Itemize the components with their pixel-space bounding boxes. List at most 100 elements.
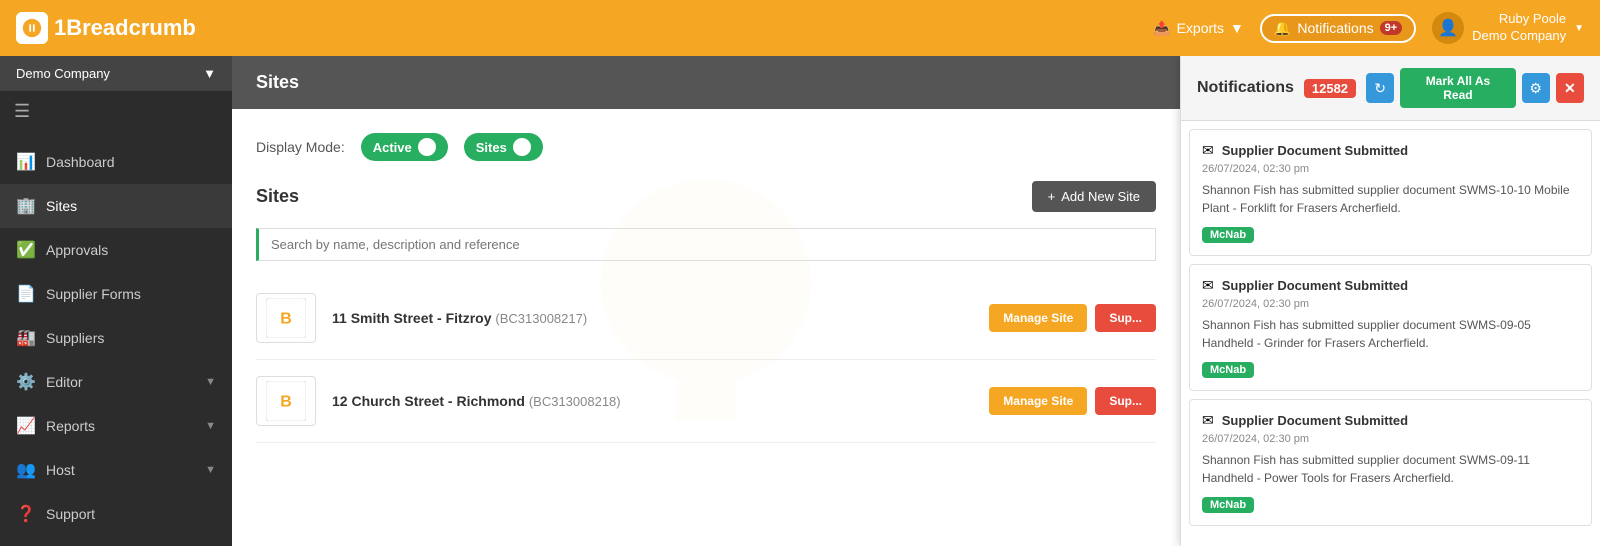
host-icon: 👥 (16, 460, 36, 480)
sites-section-header: Sites + Add New Site (256, 181, 1156, 212)
company-selector[interactable]: Demo Company ▼ (0, 56, 232, 91)
sites-toggle-label: Sites (476, 140, 507, 155)
notification-title: Supplier Document Submitted (1222, 413, 1579, 428)
close-button[interactable]: ✕ (1556, 73, 1584, 103)
suppliers-icon: 🏭 (16, 328, 36, 348)
main-layout: Demo Company ▼ ☰ 📊 Dashboard 🏢 Sites ✅ A… (0, 56, 1600, 546)
user-fullname: Ruby Poole (1472, 11, 1566, 28)
logo: 1Breadcrumb (16, 12, 196, 44)
active-toggle-label: Active (373, 140, 412, 155)
notification-list: ✉ Supplier Document Submitted 26/07/2024… (1181, 121, 1600, 546)
logo-1bread: 1Bread (54, 15, 129, 40)
sidebar-header: ☰ (0, 91, 232, 132)
bell-icon: 🔔 (1274, 20, 1291, 37)
site-code: (BC313008217) (495, 311, 587, 326)
table-row: B 12 Church Street - Richmond (BC3130082… (256, 360, 1156, 443)
notification-settings-button[interactable]: ⚙ (1522, 73, 1550, 103)
top-nav: 1Breadcrumb 📤 Exports ▼ 🔔 Notifications … (0, 0, 1600, 56)
sidebar-item-editor[interactable]: ⚙️ Editor ▼ (0, 360, 232, 404)
manage-site-button[interactable]: Manage Site (989, 387, 1087, 415)
sidebar-item-label: Approvals (46, 242, 216, 258)
content-header: Sites (232, 56, 1180, 109)
sidebar-item-label: Reports (46, 418, 195, 434)
sidebar-item-dashboard[interactable]: 📊 Dashboard (0, 140, 232, 184)
supplier-button[interactable]: Sup... (1095, 387, 1156, 415)
sidebar: Demo Company ▼ ☰ 📊 Dashboard 🏢 Sites ✅ A… (0, 56, 232, 546)
sidebar-item-support[interactable]: ❓ Support (0, 492, 232, 536)
notification-body: Shannon Fish has submitted supplier docu… (1202, 181, 1579, 217)
hamburger-button[interactable]: ☰ (8, 95, 36, 128)
sidebar-item-suppliers[interactable]: 🏭 Suppliers (0, 316, 232, 360)
sidebar-item-sites[interactable]: 🏢 Sites (0, 184, 232, 228)
notifications-button[interactable]: 🔔 Notifications 9+ (1260, 14, 1416, 43)
svg-text:B: B (280, 394, 292, 411)
sidebar-item-label: Supplier Forms (46, 286, 216, 302)
site-logo: B (256, 376, 316, 426)
sidebar-item-label: Support (46, 506, 216, 522)
notification-panel: Notifications 12582 ↻ Mark All As Read ⚙… (1180, 56, 1600, 546)
site-name: 11 Smith Street - Fitzroy (332, 310, 491, 326)
sidebar-item-label: Sites (46, 198, 216, 214)
notification-body: Shannon Fish has submitted supplier docu… (1202, 316, 1579, 352)
display-mode-label: Display Mode: (256, 139, 345, 155)
sidebar-item-supplier-forms[interactable]: 📄 Supplier Forms (0, 272, 232, 316)
exports-label: Exports (1177, 20, 1224, 36)
content-area: Sites Display Mode: Active (232, 56, 1180, 546)
add-new-site-button[interactable]: + Add New Site (1032, 181, 1156, 212)
mark-all-read-button[interactable]: Mark All As Read (1400, 68, 1515, 108)
notification-title: Supplier Document Submitted (1222, 143, 1579, 158)
active-toggle[interactable]: Active (361, 133, 448, 161)
sidebar-item-label: Dashboard (46, 154, 216, 170)
notification-title: Supplier Document Submitted (1222, 278, 1579, 293)
notification-panel-title: Notifications (1197, 79, 1294, 97)
exports-button[interactable]: 📤 Exports ▼ (1153, 20, 1244, 37)
list-item: ✉ Supplier Document Submitted 26/07/2024… (1189, 399, 1592, 526)
notification-header: ✉ Supplier Document Submitted (1202, 412, 1579, 429)
sidebar-item-label: Host (46, 462, 195, 478)
envelope-icon: ✉ (1202, 277, 1214, 294)
user-area[interactable]: 👤 Ruby Poole Demo Company ▼ (1432, 11, 1584, 45)
supplier-forms-icon: 📄 (16, 284, 36, 304)
notification-panel-header: Notifications 12582 ↻ Mark All As Read ⚙… (1181, 56, 1600, 121)
sites-toggle-group: Sites (464, 133, 543, 161)
logo-icon (16, 12, 48, 44)
sites-section-title: Sites (256, 186, 299, 207)
sidebar-nav: 📊 Dashboard 🏢 Sites ✅ Approvals 📄 Suppli… (0, 132, 232, 546)
support-icon: ❓ (16, 504, 36, 524)
notification-tag: McNab (1202, 497, 1254, 513)
supplier-button[interactable]: Sup... (1095, 304, 1156, 332)
add-new-site-label: Add New Site (1061, 189, 1140, 204)
site-name: 12 Church Street - Richmond (332, 393, 525, 409)
sites-toggle[interactable]: Sites (464, 133, 543, 161)
plus-icon: + (1048, 189, 1056, 204)
sidebar-item-approvals[interactable]: ✅ Approvals (0, 228, 232, 272)
reports-icon: 📈 (16, 416, 36, 436)
toggle-dot (418, 138, 436, 156)
notifications-label: Notifications (1297, 20, 1373, 36)
search-input[interactable] (256, 228, 1156, 261)
sites-icon: 🏢 (16, 196, 36, 216)
page-title: Sites (256, 72, 299, 92)
manage-site-button[interactable]: Manage Site (989, 304, 1087, 332)
notification-tag: McNab (1202, 227, 1254, 243)
envelope-icon: ✉ (1202, 142, 1214, 159)
sidebar-item-host[interactable]: 👥 Host ▼ (0, 448, 232, 492)
dashboard-icon: 📊 (16, 152, 36, 172)
notification-panel-actions: ↻ Mark All As Read ⚙ ✕ (1366, 68, 1584, 108)
company-name: Demo Company (16, 66, 110, 81)
site-code: (BC313008218) (529, 394, 621, 409)
svg-text:B: B (280, 311, 292, 328)
chevron-down-icon: ▼ (205, 420, 216, 432)
site-actions: Manage Site Sup... (989, 304, 1156, 332)
list-item: ✉ Supplier Document Submitted 26/07/2024… (1189, 129, 1592, 256)
logo-crumb: crumb (129, 15, 196, 40)
notification-tag: McNab (1202, 362, 1254, 378)
notifications-badge: 9+ (1380, 21, 1403, 35)
top-nav-right: 📤 Exports ▼ 🔔 Notifications 9+ 👤 Ruby Po… (1153, 11, 1584, 45)
sidebar-item-reports[interactable]: 📈 Reports ▼ (0, 404, 232, 448)
avatar: 👤 (1432, 12, 1464, 44)
refresh-button[interactable]: ↻ (1366, 73, 1394, 103)
display-mode-bar: Display Mode: Active Sites (256, 133, 1156, 161)
content-body: Display Mode: Active Sites Sites (232, 109, 1180, 543)
sidebar-item-label: Editor (46, 374, 195, 390)
